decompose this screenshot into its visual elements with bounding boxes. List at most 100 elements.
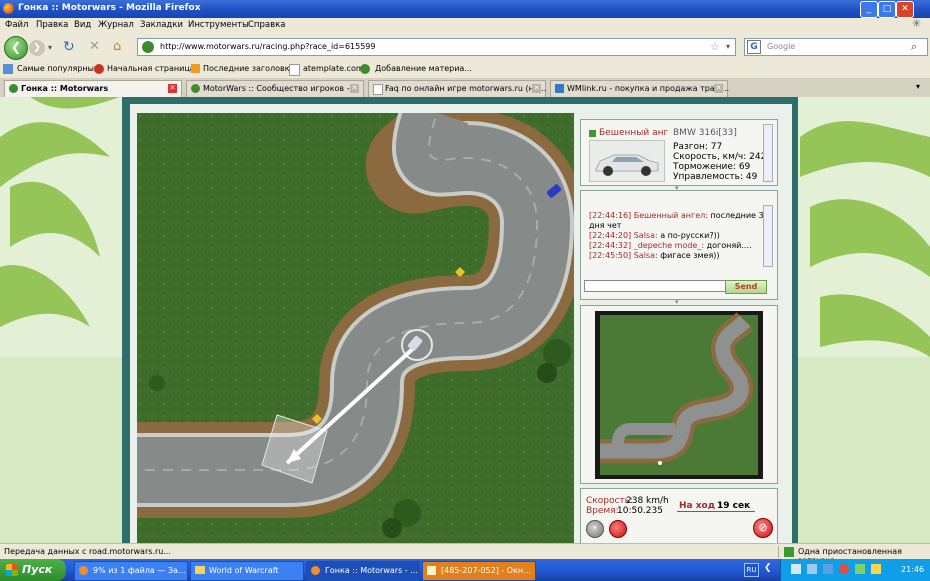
stop-icon[interactable]: ✕ bbox=[89, 39, 100, 54]
site-favicon bbox=[9, 84, 18, 93]
search-box[interactable]: G Google ⌕ bbox=[744, 38, 928, 56]
messenger-icon[interactable] bbox=[855, 564, 865, 574]
close-tab-icon[interactable]: ✕ bbox=[350, 84, 359, 93]
menu-tools[interactable]: Инструменты bbox=[188, 20, 249, 30]
turn-timer: 19 сек bbox=[717, 501, 751, 511]
bookmark-popular[interactable]: Самые популярные bbox=[17, 64, 99, 73]
address-bar[interactable]: http://www.motorwars.ru/racing.php?race_… bbox=[137, 38, 736, 56]
tab-race[interactable]: Гонка :: Motorwars ✕ bbox=[4, 80, 182, 97]
windows-logo-icon bbox=[6, 564, 18, 576]
close-tab-icon[interactable]: ✕ bbox=[168, 84, 177, 93]
chat-panel: [22:44:16] Бешенный ангел: последние 3 д… bbox=[580, 190, 778, 300]
firefox-icon bbox=[3, 3, 14, 14]
home-icon[interactable]: ⌂ bbox=[113, 39, 121, 54]
quit-race-icon[interactable]: ⊘ bbox=[753, 518, 773, 538]
bookmark-headlines[interactable]: Последние заголовки bbox=[203, 64, 295, 73]
chat-window-icon bbox=[427, 566, 436, 575]
chat-scrollbar[interactable] bbox=[763, 205, 773, 267]
player-name[interactable]: Бешенный анг bbox=[599, 128, 668, 138]
clock: 21:46 bbox=[901, 565, 925, 574]
menu-bookmarks[interactable]: Закладки bbox=[140, 20, 183, 30]
chat-message: [22:44:16] Бешенный ангел: последние 3 bbox=[589, 211, 764, 220]
antivirus-icon[interactable] bbox=[823, 564, 833, 574]
reload-icon[interactable]: ↻ bbox=[63, 39, 75, 55]
race-track-view[interactable] bbox=[137, 113, 574, 543]
car-info-panel: Бешенный анг BMW 316i[33] Разгон: 77 Ско… bbox=[580, 119, 778, 186]
chat-message: дня чет bbox=[589, 221, 622, 230]
car-model[interactable]: BMW 316i[33] bbox=[673, 128, 737, 138]
chat-input[interactable] bbox=[584, 280, 734, 292]
close-tab-icon[interactable]: ✕ bbox=[532, 84, 541, 93]
tab-label: WMlink.ru - покупка и продажа траф... bbox=[567, 84, 730, 93]
firefox-icon bbox=[79, 566, 88, 575]
turn-label: На ход : bbox=[679, 501, 722, 511]
download-icon bbox=[784, 547, 794, 557]
chat-message: [22:44:20] Salsa: а по-русски?)) bbox=[589, 231, 720, 240]
volume-icon[interactable] bbox=[807, 564, 817, 574]
page-icon bbox=[373, 84, 383, 95]
menu-edit[interactable]: Правка bbox=[36, 20, 68, 30]
firefox-icon bbox=[311, 566, 320, 575]
close-window-button[interactable]: ✕ bbox=[896, 1, 914, 18]
update-icon[interactable] bbox=[871, 564, 881, 574]
bookmark-home-icon bbox=[94, 64, 104, 74]
site-favicon bbox=[360, 64, 370, 74]
forward-button[interactable]: ❯ bbox=[29, 40, 45, 56]
send-button[interactable]: Send bbox=[725, 280, 767, 294]
maximize-button[interactable]: □ bbox=[878, 1, 896, 18]
task-firefox[interactable]: Гонка :: Motorwars - ... bbox=[306, 561, 420, 581]
alert-icon[interactable] bbox=[839, 564, 849, 574]
bookmark-folder-icon bbox=[3, 64, 13, 74]
player-status-icon bbox=[589, 130, 596, 137]
start-button[interactable]: Пуск bbox=[0, 559, 66, 581]
status-bar: Передача данных с road.motorwars.ru... О… bbox=[0, 543, 930, 565]
menu-file[interactable]: Файл bbox=[5, 20, 28, 30]
task-chat-window[interactable]: [485-207-052] - Окн... bbox=[422, 561, 536, 581]
bookmark-atemplate[interactable]: atemplate.com bbox=[303, 64, 364, 73]
site-favicon bbox=[191, 84, 200, 93]
minimize-button[interactable]: _ bbox=[860, 1, 878, 18]
close-tab-icon[interactable]: ✕ bbox=[714, 84, 723, 93]
nitro-icon[interactable]: ⚡ bbox=[586, 520, 604, 538]
minimap-panel bbox=[580, 305, 778, 484]
task-download[interactable]: 9% из 1 файла — За... bbox=[74, 561, 188, 581]
page-icon bbox=[289, 64, 300, 76]
rss-icon bbox=[191, 64, 200, 73]
taskbar: Пуск 9% из 1 файла — За... World of Warc… bbox=[0, 559, 930, 581]
menu-view[interactable]: Вид bbox=[74, 20, 91, 30]
tab-community[interactable]: MotorWars :: Сообщество игроков - ... ✕ bbox=[186, 80, 364, 97]
bookmark-start-page[interactable]: Начальная страница bbox=[107, 64, 195, 73]
menu-history[interactable]: Журнал bbox=[98, 20, 134, 30]
back-button[interactable]: ❮ bbox=[4, 36, 28, 60]
stat-braking: Торможение: 69 bbox=[673, 162, 751, 172]
status-divider bbox=[778, 546, 779, 558]
menu-help[interactable]: Справка bbox=[248, 20, 285, 30]
car-panel-scrollbar[interactable] bbox=[763, 124, 773, 182]
address-url: http://www.motorwars.ru/racing.php?race_… bbox=[160, 42, 376, 51]
chat-message: [22:45:50] Salsa: фигасе змея)) bbox=[589, 251, 720, 260]
throbber-icon: ✳ bbox=[912, 17, 922, 30]
task-wow[interactable]: World of Warcraft bbox=[190, 561, 304, 581]
track-map bbox=[137, 113, 574, 543]
system-tray: 21:46 bbox=[780, 559, 930, 581]
turn-underline bbox=[677, 511, 755, 512]
language-indicator[interactable]: RU bbox=[744, 563, 759, 577]
tab-label: MotorWars :: Сообщество игроков - ... bbox=[203, 84, 360, 93]
title-bar: Гонка :: Motorwars - Mozilla Firefox _ □… bbox=[0, 0, 930, 18]
bookmarks-bar: Самые популярные Начальная страница Посл… bbox=[0, 60, 930, 79]
speed-value: 238 km/h bbox=[626, 496, 669, 506]
tab-wmlink[interactable]: WMlink.ru - покупка и продажа траф... ✕ bbox=[550, 80, 730, 97]
bookmark-add-material[interactable]: Добавление материа... bbox=[375, 64, 472, 73]
brake-button[interactable] bbox=[609, 520, 627, 538]
list-all-tabs-icon[interactable]: ▾ bbox=[916, 82, 920, 91]
tab-faq[interactable]: Faq по онлайн игре motorwars.ru (но... ✕ bbox=[368, 80, 546, 97]
minimap[interactable] bbox=[595, 311, 763, 479]
bookmark-star-icon[interactable]: ☆ bbox=[710, 40, 720, 53]
network-icon[interactable] bbox=[791, 564, 801, 574]
menu-bar: Файл Правка Вид Журнал Закладки Инструме… bbox=[0, 17, 930, 33]
url-dropdown-icon[interactable]: ▾ bbox=[726, 42, 730, 51]
tray-expand-icon[interactable]: ❮ bbox=[764, 563, 772, 573]
history-dropdown-icon[interactable]: ▾ bbox=[48, 43, 52, 52]
google-engine-icon[interactable]: G bbox=[747, 40, 761, 54]
search-icon[interactable]: ⌕ bbox=[911, 40, 917, 54]
